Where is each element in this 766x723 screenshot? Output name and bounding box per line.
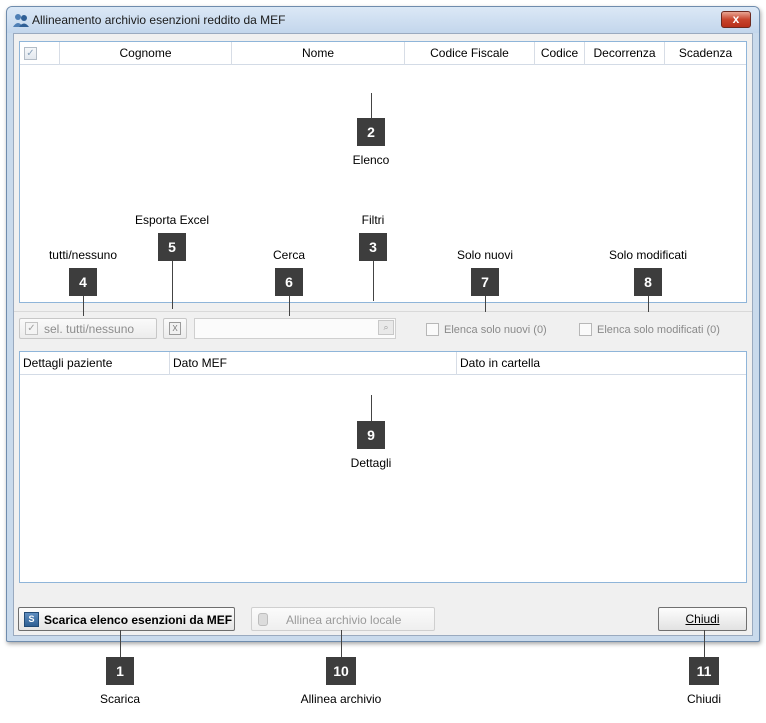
close-button[interactable]: Chiudi: [658, 607, 747, 631]
callout-leader-line: [289, 296, 290, 316]
callout-leader-line: [341, 630, 342, 657]
column-header-decorrenza[interactable]: Decorrenza: [585, 42, 665, 65]
callout-badge-1: 1: [106, 657, 134, 685]
window-title: Allineamento archivio esenzioni reddito …: [32, 13, 286, 27]
export-excel-button[interactable]: X: [163, 318, 187, 339]
callout-badge-3: 3: [359, 233, 387, 261]
column-header-nome[interactable]: Nome: [232, 42, 405, 65]
callout-leader-line: [373, 261, 374, 301]
column-header-dato-in-cartella[interactable]: Dato in cartella: [457, 352, 746, 375]
callout-badge-8: 8: [634, 268, 662, 296]
search-input[interactable]: [194, 318, 396, 339]
callout-badge-10: 10: [326, 657, 356, 685]
callout-badge-11: 11: [689, 657, 719, 685]
only-modified-label: Elenca solo modificati (0): [597, 324, 720, 336]
column-header-cognome[interactable]: Cognome: [60, 42, 232, 65]
callout-leader-line: [485, 296, 486, 312]
callout-leader-line: [704, 630, 705, 657]
callout-caption-5: Esporta Excel: [134, 213, 210, 227]
checkbox-box[interactable]: [426, 323, 439, 336]
callout-badge-5: 5: [158, 233, 186, 261]
callout-caption-3: Filtri: [361, 213, 385, 227]
callout-caption-10: Allinea archivio: [300, 692, 382, 706]
callout-badge-9: 9: [357, 421, 385, 449]
callout-caption-1: Scarica: [99, 692, 141, 706]
column-header-scadenza[interactable]: Scadenza: [665, 42, 746, 65]
callout-caption-6: Cerca: [272, 248, 306, 262]
only-new-label: Elenca solo nuovi (0): [444, 324, 547, 336]
callout-leader-line: [120, 630, 121, 657]
toolbar-divider: [14, 311, 752, 312]
details-grid-header: Dettagli paziente Dato MEF Dato in carte…: [20, 352, 746, 375]
select-all-toggle[interactable]: ✓ sel. tutti/nessuno: [19, 318, 157, 339]
callout-caption-9: Dettagli: [350, 456, 392, 470]
callout-leader-line: [371, 395, 372, 421]
only-modified-checkbox[interactable]: Elenca solo modificati (0): [579, 323, 720, 336]
callout-badge-2: 2: [357, 118, 385, 146]
select-all-column[interactable]: ✓: [20, 42, 60, 65]
callout-caption-2: Elenco: [352, 153, 390, 167]
callout-badge-6: 6: [275, 268, 303, 296]
list-grid-header: ✓ Cognome Nome Codice Fiscale Codice Dec…: [20, 42, 746, 65]
column-header-dato-mef[interactable]: Dato MEF: [170, 352, 457, 375]
only-new-checkbox[interactable]: Elenca solo nuovi (0): [426, 323, 547, 336]
download-mef-button[interactable]: S Scarica elenco esenzioni da MEF: [18, 607, 235, 631]
dialog-window: Allineamento archivio esenzioni reddito …: [6, 6, 760, 642]
window-close-button[interactable]: x: [721, 11, 751, 28]
users-icon: [13, 14, 29, 27]
excel-icon: X: [169, 322, 181, 335]
column-header-codice-fiscale[interactable]: Codice Fiscale: [405, 42, 535, 65]
column-header-codice[interactable]: Codice: [535, 42, 585, 65]
callout-caption-7: Solo nuovi: [456, 248, 514, 262]
download-icon: S: [24, 612, 39, 627]
callout-leader-line: [83, 296, 84, 316]
callout-badge-7: 7: [471, 268, 499, 296]
callout-caption-4: tutti/nessuno: [48, 248, 118, 262]
checkbox-icon: ✓: [25, 322, 38, 335]
exemptions-list-grid[interactable]: ✓ Cognome Nome Codice Fiscale Codice Dec…: [19, 41, 747, 303]
title-bar[interactable]: Allineamento archivio esenzioni reddito …: [7, 7, 759, 33]
callout-badge-4: 4: [69, 268, 97, 296]
header-checkbox[interactable]: ✓: [24, 47, 37, 60]
select-all-label: sel. tutti/nessuno: [44, 322, 135, 336]
align-archive-button[interactable]: Allinea archivio locale: [251, 607, 435, 631]
column-header-dettagli-paziente[interactable]: Dettagli paziente: [20, 352, 170, 375]
callout-leader-line: [648, 296, 649, 312]
checkbox-box[interactable]: [579, 323, 592, 336]
download-label: Scarica elenco esenzioni da MEF: [44, 613, 233, 627]
callout-caption-8: Solo modificati: [608, 248, 688, 262]
callout-caption-11: Chiudi: [686, 692, 722, 706]
callout-leader-line: [371, 93, 372, 118]
callout-leader-line: [172, 261, 173, 309]
database-icon: [258, 613, 268, 626]
align-label: Allinea archivio locale: [286, 613, 402, 627]
